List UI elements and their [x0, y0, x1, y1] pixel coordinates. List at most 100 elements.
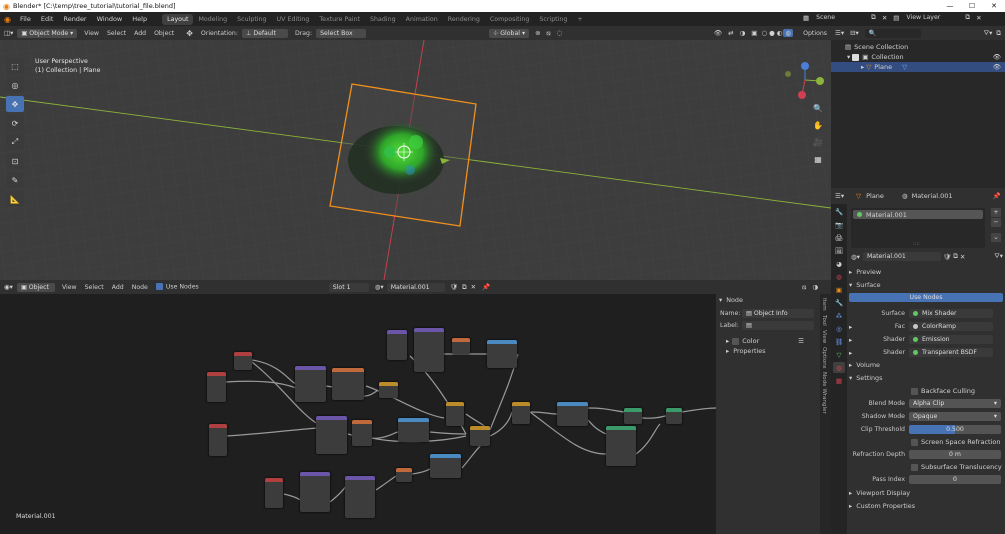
section-surface[interactable]: ▾ Surface — [849, 279, 1003, 292]
collection-checkbox[interactable] — [852, 53, 860, 61]
pan-hand-icon[interactable]: ✋ — [810, 117, 826, 133]
sidebar-tab-view[interactable]: View — [821, 330, 827, 343]
clip-threshold-slider[interactable]: 0.500 — [909, 425, 1001, 434]
viewport-menu-add[interactable]: Add — [130, 30, 150, 37]
new-collection-icon[interactable]: ⧉ — [996, 29, 1001, 38]
shadow-mode-select[interactable]: Opaque ▾ — [909, 412, 1001, 421]
nav-gizmo-z[interactable] — [801, 62, 809, 70]
shader1-expand-icon[interactable]: ▸ — [849, 336, 859, 344]
texture-tab-icon[interactable]: ▦ — [833, 375, 845, 386]
shader-type-select[interactable]: ▣ Object — [16, 282, 55, 292]
backface-culling-checkbox[interactable]: Backface Culling — [911, 387, 1003, 395]
plane-eye-icon[interactable]: 👁 — [993, 63, 1001, 71]
tab-uv-editing[interactable]: UV Editing — [272, 14, 315, 25]
move-tool[interactable]: ✥ — [6, 96, 24, 112]
subsurface-checkbox[interactable]: Subsurface Translucency — [911, 463, 1003, 471]
pin-icon[interactable]: 📌 — [478, 283, 494, 291]
node[interactable] — [300, 472, 330, 512]
tab-rendering[interactable]: Rendering — [443, 14, 485, 25]
sidebar-tab-node-wrangler[interactable]: Node Wrangler — [821, 372, 827, 414]
render-tab-icon[interactable]: 📷 — [833, 219, 845, 230]
cursor-tool[interactable]: ◎ — [6, 77, 24, 93]
material-duplicate-icon[interactable]: ⧉ — [953, 252, 958, 261]
section-settings[interactable]: ▾ Settings — [849, 372, 1003, 385]
material-unlink-icon[interactable]: ✕ — [960, 253, 965, 261]
node-editor-type-icon[interactable]: ◉▾ — [0, 283, 17, 291]
section-viewport-display[interactable]: ▸ Viewport Display — [849, 487, 1003, 500]
node[interactable] — [430, 454, 461, 478]
filter-icon[interactable]: ⛛▾ — [984, 29, 993, 38]
overlay-node-icon[interactable]: ◑ — [809, 283, 821, 291]
node[interactable] — [234, 352, 252, 370]
viewport-menu-object[interactable]: Object — [150, 30, 178, 37]
sidebar-tab-item[interactable]: Item — [821, 298, 827, 311]
material-browse-icon[interactable]: ◍▾ — [372, 283, 387, 291]
color-checkbox[interactable] — [732, 337, 740, 345]
outliner-row-scene-collection[interactable]: ▤ Scene Collection — [831, 42, 1005, 52]
output-tab-icon[interactable]: 🖨 — [833, 232, 845, 243]
menu-help[interactable]: Help — [127, 15, 152, 23]
tab-compositing[interactable]: Compositing — [485, 14, 534, 25]
material-slot-item[interactable]: Material.001 — [853, 210, 983, 219]
node[interactable] — [470, 426, 490, 446]
color-presets-icon[interactable]: ☰ — [798, 337, 804, 345]
menu-edit[interactable]: Edit — [36, 15, 59, 23]
node[interactable] — [396, 468, 412, 482]
node[interactable] — [446, 402, 464, 426]
node-name-field[interactable]: ▤ Object Info — [742, 309, 814, 318]
blend-mode-select[interactable]: Alpha Clip ▾ — [909, 399, 1001, 408]
drag-select[interactable]: Select Box — [316, 28, 367, 38]
node-properties-header[interactable]: ▸ Properties — [716, 345, 820, 358]
unlink-material-icon[interactable]: ✕ — [469, 283, 478, 291]
outliner-search-input[interactable]: 🔍 — [864, 28, 921, 38]
orientation-select[interactable]: ⊥ Default — [241, 28, 288, 38]
node[interactable] — [414, 328, 444, 372]
node[interactable] — [352, 420, 372, 446]
list-resize-handle[interactable]: :::: — [913, 241, 920, 247]
tab-animation[interactable]: Animation — [401, 14, 443, 25]
transform-orientation-select[interactable]: ⊹ Global ▾ — [489, 28, 530, 38]
material-filter-icon[interactable]: ⛛▾ — [994, 252, 1003, 261]
add-slot-icon[interactable]: + — [991, 208, 1001, 217]
shading-material-icon[interactable]: ◐ — [776, 29, 784, 37]
view-layer-tab-icon[interactable]: 🖼 — [833, 245, 845, 256]
fake-user-icon[interactable]: 🛡 — [448, 283, 460, 291]
node-menu-select[interactable]: Select — [81, 284, 108, 291]
scale-tool[interactable]: ⤢ — [6, 134, 24, 150]
shader1-field[interactable]: Emission — [909, 335, 993, 344]
node[interactable] — [387, 330, 407, 360]
close-icon[interactable]: ✕ — [983, 2, 1005, 10]
node-menu-view[interactable]: View — [58, 284, 81, 291]
material-browse-props-icon[interactable]: ◍▾ — [851, 253, 860, 261]
node[interactable] — [398, 418, 429, 442]
section-volume[interactable]: ▸ Volume — [849, 359, 1003, 372]
node[interactable] — [512, 402, 530, 424]
shader2-field[interactable]: Transparent BSDF — [909, 348, 993, 357]
properties-pin-icon[interactable]: 📌 — [993, 192, 1001, 200]
tab-shading[interactable]: Shading — [365, 14, 401, 25]
nav-gizmo-neg-y[interactable] — [785, 71, 791, 77]
collection-expand-icon[interactable]: ▾ — [847, 53, 850, 61]
node[interactable] — [487, 340, 517, 368]
node-menu-node[interactable]: Node — [128, 284, 152, 291]
remove-view-layer-icon[interactable]: ✕ — [973, 14, 984, 22]
particles-tab-icon[interactable]: ⁂ — [833, 310, 845, 321]
nav-gizmo-y[interactable] — [816, 77, 824, 85]
node[interactable] — [606, 426, 636, 466]
refraction-depth-field[interactable]: 0 m — [909, 450, 1001, 459]
copy-view-layer-icon[interactable]: ⧉ — [962, 13, 973, 22]
fac-field[interactable]: ColorRamp — [909, 322, 993, 331]
overlay-icon[interactable]: ◑ — [737, 29, 749, 37]
color-expand-icon[interactable]: ▸ — [726, 337, 729, 345]
minimize-icon[interactable]: — — [939, 2, 961, 10]
visibility-icon[interactable]: 👁 — [711, 29, 725, 37]
tab-modeling[interactable]: Modeling — [193, 14, 232, 25]
camera-icon[interactable]: 🎥 — [810, 134, 826, 150]
constraints-tab-icon[interactable]: ⛓ — [833, 336, 845, 347]
node[interactable] — [209, 424, 227, 456]
slot-specials-icon[interactable]: ⌄ — [991, 233, 1001, 242]
editor-type-icon[interactable]: ◫▾ — [0, 29, 17, 37]
modifier-tab-icon[interactable]: 🔧 — [833, 297, 845, 308]
node[interactable] — [379, 382, 398, 398]
material-name-field[interactable]: Material.001 — [386, 282, 445, 292]
